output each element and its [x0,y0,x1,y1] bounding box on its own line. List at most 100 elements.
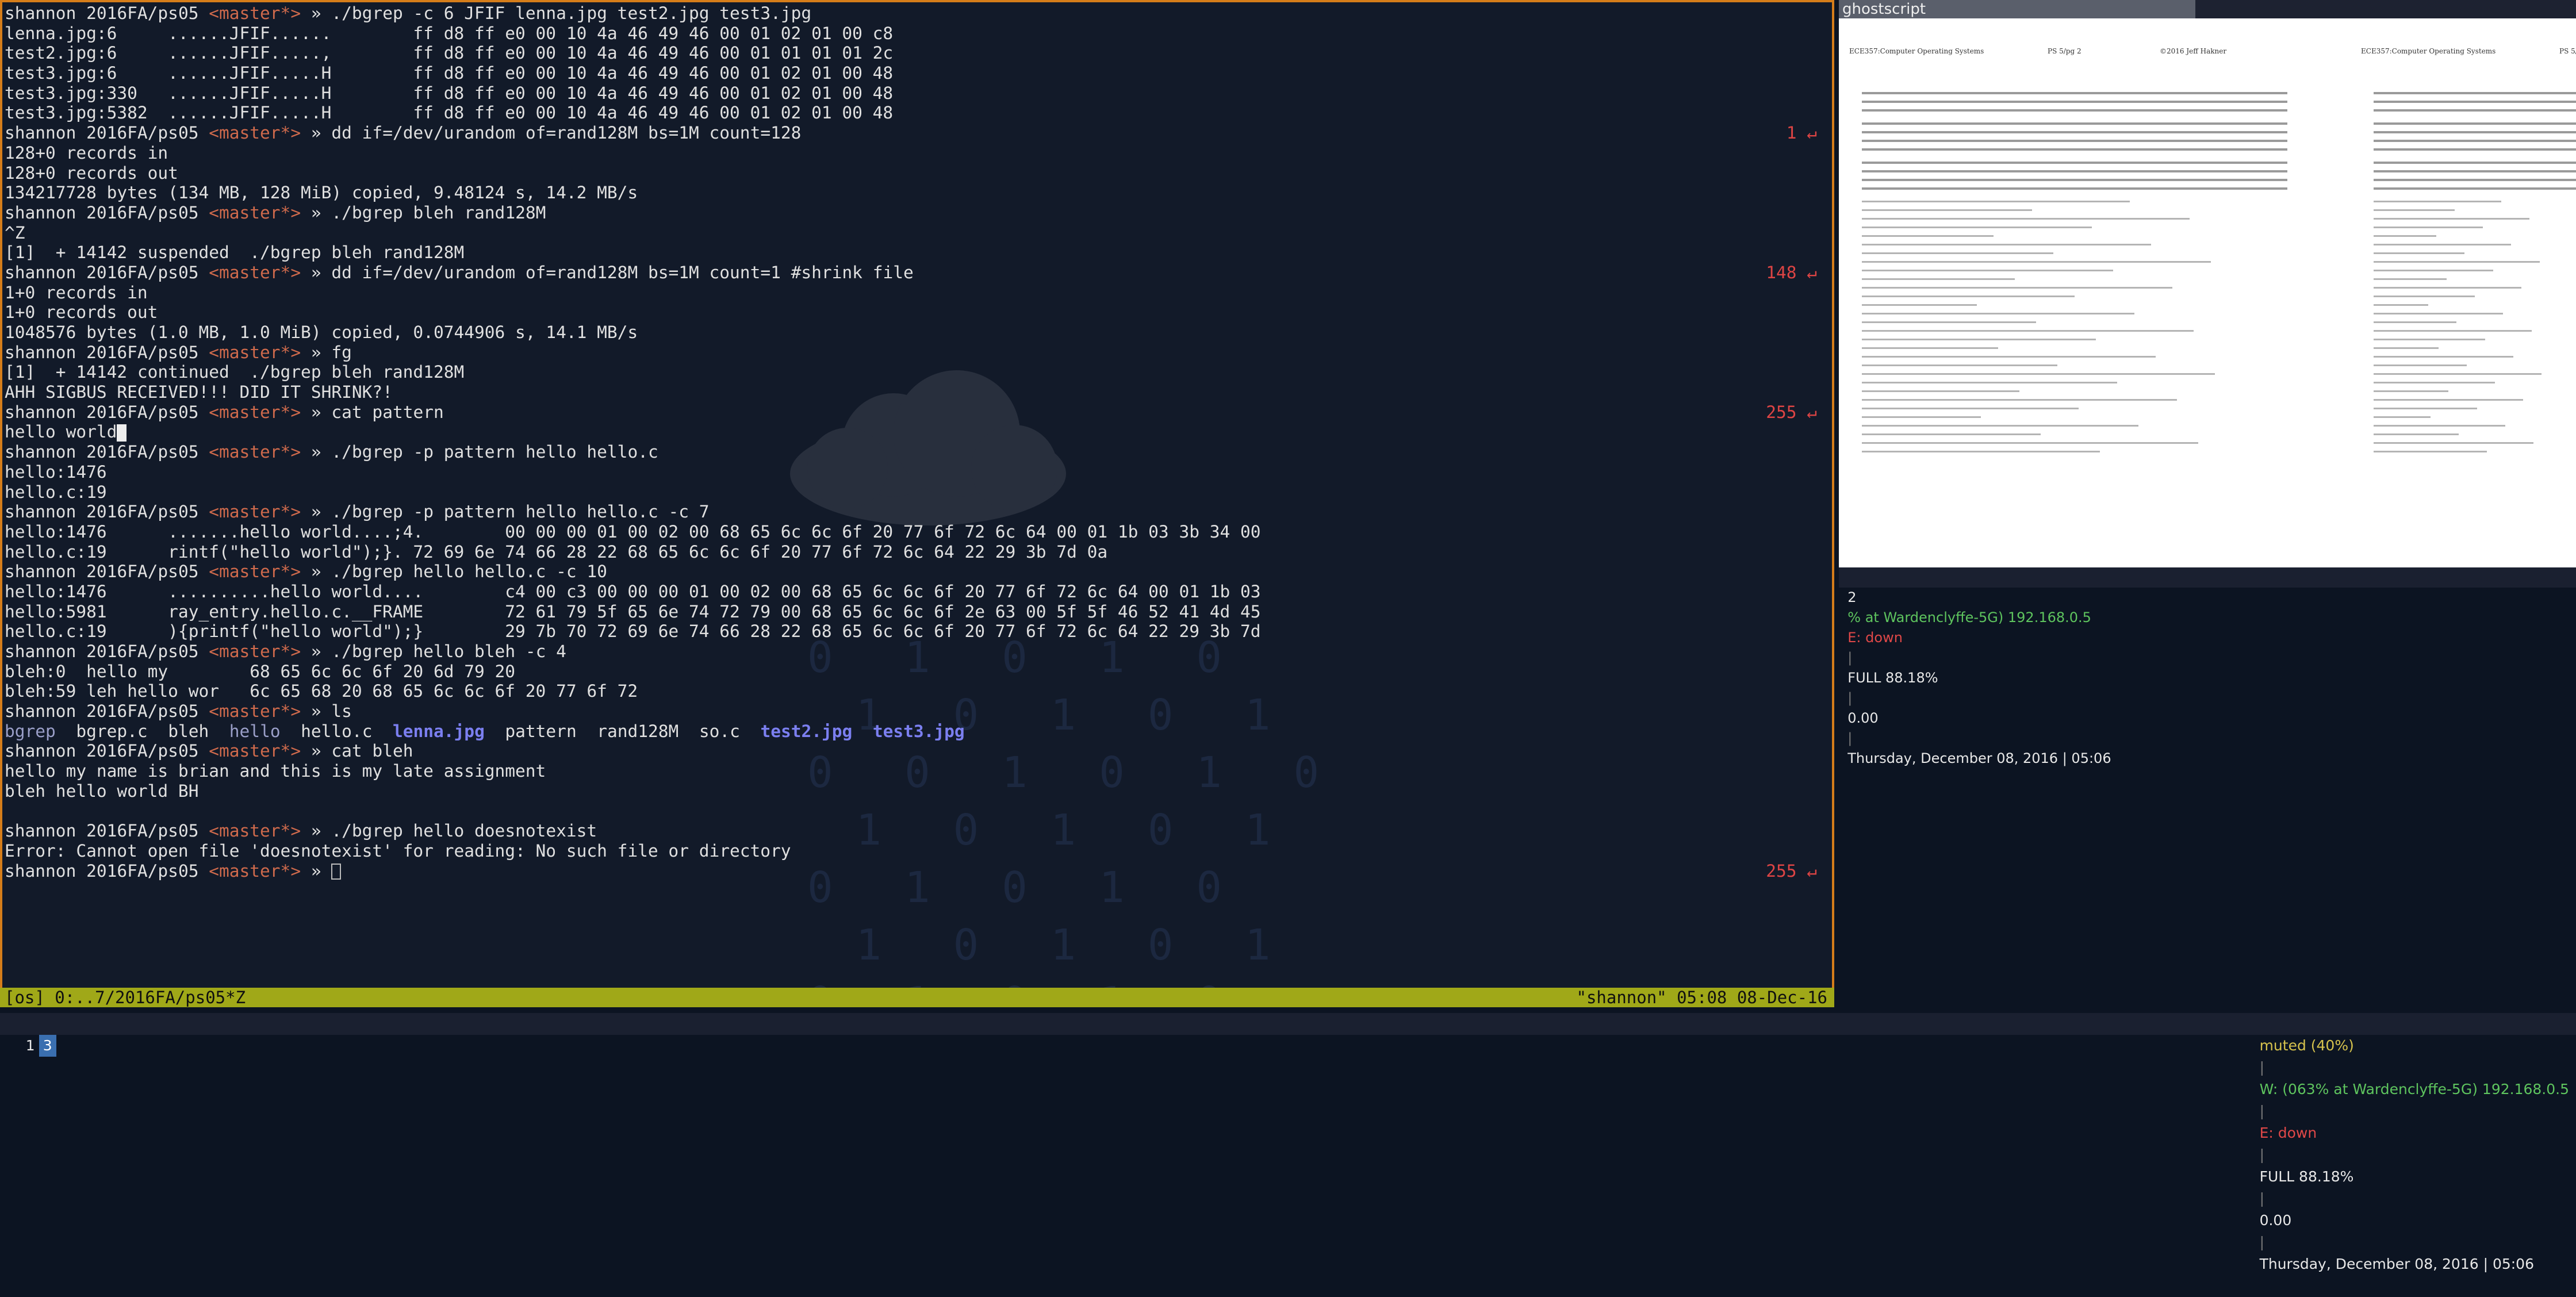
prompt-arrow: » [310,202,321,222]
exit-code: 255 ↵ [1766,402,1817,422]
page-header-course: ECE357:Computer Operating Systems [1849,47,1984,55]
battery-indicator: FULL 88.18% [2259,1168,2354,1185]
ghostscript-statusbar: 2 % at Wardenclyffe-5G) 192.168.0.5 E: d… [1839,567,2576,766]
text-line [1862,433,2041,435]
output-line: hello world [5,422,1830,442]
file-entry: so.c [699,721,740,741]
text-line [2374,339,2485,340]
status-date: Thursday, December 08, 2016 | 05:06 [1847,750,2111,766]
file-entry: pattern [505,721,577,741]
output-line: Error: Cannot open file 'doesnotexist' f… [5,841,791,861]
prompt-git-branch: <master*> [209,402,301,422]
prompt-git-branch: <master*> [209,342,301,362]
text-line [2374,162,2576,164]
output-line: lenna.jpg:6 ......JFIF...... ff d8 ff e0… [5,23,894,43]
text-line [1862,364,2058,366]
prompt-dir: 2016FA/ps05 [86,861,199,881]
text-line [2374,425,2505,427]
text-line [2374,235,2437,237]
text-line [1862,162,2287,164]
text-line [2374,321,2457,323]
tmux-status-bar: [os] 0:..7/2016FA/ps05*Z "shannon" 05:08… [0,988,1834,1007]
text-line [2374,382,2496,383]
prompt-arrow: » [310,642,321,661]
prompt-git-branch: <master*> [209,562,301,582]
prompt-user: shannon [5,442,76,462]
text-line [1862,408,2079,409]
text-line [2374,451,2487,452]
command-text: fg [331,342,352,362]
text-line [2374,304,2429,306]
output-line: hello:1476 .......hello world....;4. 00 … [5,521,1261,542]
text-line [1862,201,2130,202]
text-line [1862,287,2173,289]
command-text: ./bgrep -p pattern hello hello.c [331,442,658,462]
text-line [2374,109,2576,112]
text-line [1862,278,2015,280]
prompt-git-branch: <master*> [209,502,301,522]
output-line: hello:1476 [5,462,107,482]
command-text: cat pattern [331,402,444,422]
prompt-user: shannon [5,502,76,522]
text-line [1862,218,2190,220]
workspace-3[interactable]: 3 [39,1035,56,1057]
prompt-arrow: » [310,342,321,362]
prompt-line: shannon 2016FA/ps05 <master*> » ./bgrep … [5,642,1830,662]
prompt-line: shannon 2016FA/ps05 <master*> » cat bleh [5,741,1830,761]
prompt-line: shannon 2016FA/ps05 <master*> » ./bgrep … [5,203,1830,223]
text-line [1862,187,2287,190]
prompt-arrow: » [310,262,321,282]
output-line: 1+0 records out [5,302,158,323]
text-line [2374,287,2521,289]
prompt-git-branch: <master*> [209,861,301,881]
status-battery: FULL 88.18% [1847,670,1938,686]
status-wifi: % at Wardenclyffe-5G) 192.168.0.5 [1847,609,2091,626]
terminal-window[interactable]: 0 1 0 1 0 1 0 1 0 1 0 0 1 0 1 0 1 0 1 0 … [0,0,1834,1007]
exit-code: 148 ↵ [1766,262,1817,282]
prompt-git-branch: <master*> [209,442,301,462]
terminal-output: shannon 2016FA/ps05 <master*> » ./bgrep … [5,3,1830,881]
text-line [2374,244,2512,245]
workspace-1[interactable]: 1 [22,1035,39,1057]
file-entry: lenna.jpg [392,721,485,741]
prompt-arrow: » [310,402,321,422]
text-line [2374,399,2524,401]
page-header-copyright: ©2016 Jeff Hakner [2160,47,2227,55]
tmux-session-label: [os] 0:..7/2016FA/ps05*Z [5,988,246,1007]
prompt-git-branch: <master*> [209,3,301,23]
text-line [2374,347,2439,349]
document-page[interactable]: ECE357:Computer Operating Systems PS 5/p… [1839,18,2576,567]
prompt-dir: 2016FA/ps05 [86,821,199,841]
file-entry: bleh [168,721,209,741]
text-line [2374,187,2576,190]
output-line: hello:5981 ray_entry.hello.c.__FRAME 72 … [5,601,1261,621]
text-line [1862,373,2215,375]
text-line [1862,356,2156,358]
text-line [1862,390,2019,392]
page-header-ps: PS 5/pg 2 [2559,47,2576,55]
prompt-git-branch: <master*> [209,202,301,222]
prompt-dir: 2016FA/ps05 [86,3,199,23]
prompt-user: shannon [5,642,76,661]
text-line [1862,122,2287,125]
text-line [1862,209,2032,211]
prompt-arrow: » [310,701,321,722]
prompt-git-branch: <master*> [209,642,301,661]
output-line: 1048576 bytes (1.0 MB, 1.0 MiB) copied, … [5,323,638,342]
prompt-line: shannon 2016FA/ps05 <master*> » dd if=/d… [5,263,1830,283]
command-text: ./bgrep hello doesnotexist [331,821,597,841]
output-line: hello.c:19 ){printf("hello world");} 29 … [5,621,1261,642]
output-line: test2.jpg:6 ......JFIF....., ff d8 ff e0… [5,43,894,63]
text-line [1862,270,2113,271]
prompt-git-branch: <master*> [209,123,301,143]
output-line: ^Z [5,222,25,243]
output-line: bleh:59 leh hello wor 6c 65 68 20 68 65 … [5,681,638,701]
text-line [1862,416,1981,418]
prompt-user: shannon [5,861,76,881]
text-line [1862,313,2134,314]
text-line [1862,261,2211,263]
prompt-arrow: » [310,741,321,761]
mouse-text-cursor [117,424,127,442]
text-line [2374,278,2447,280]
ghostscript-window[interactable]: ghostscript ECE357:Computer Operating Sy… [1839,0,2576,588]
